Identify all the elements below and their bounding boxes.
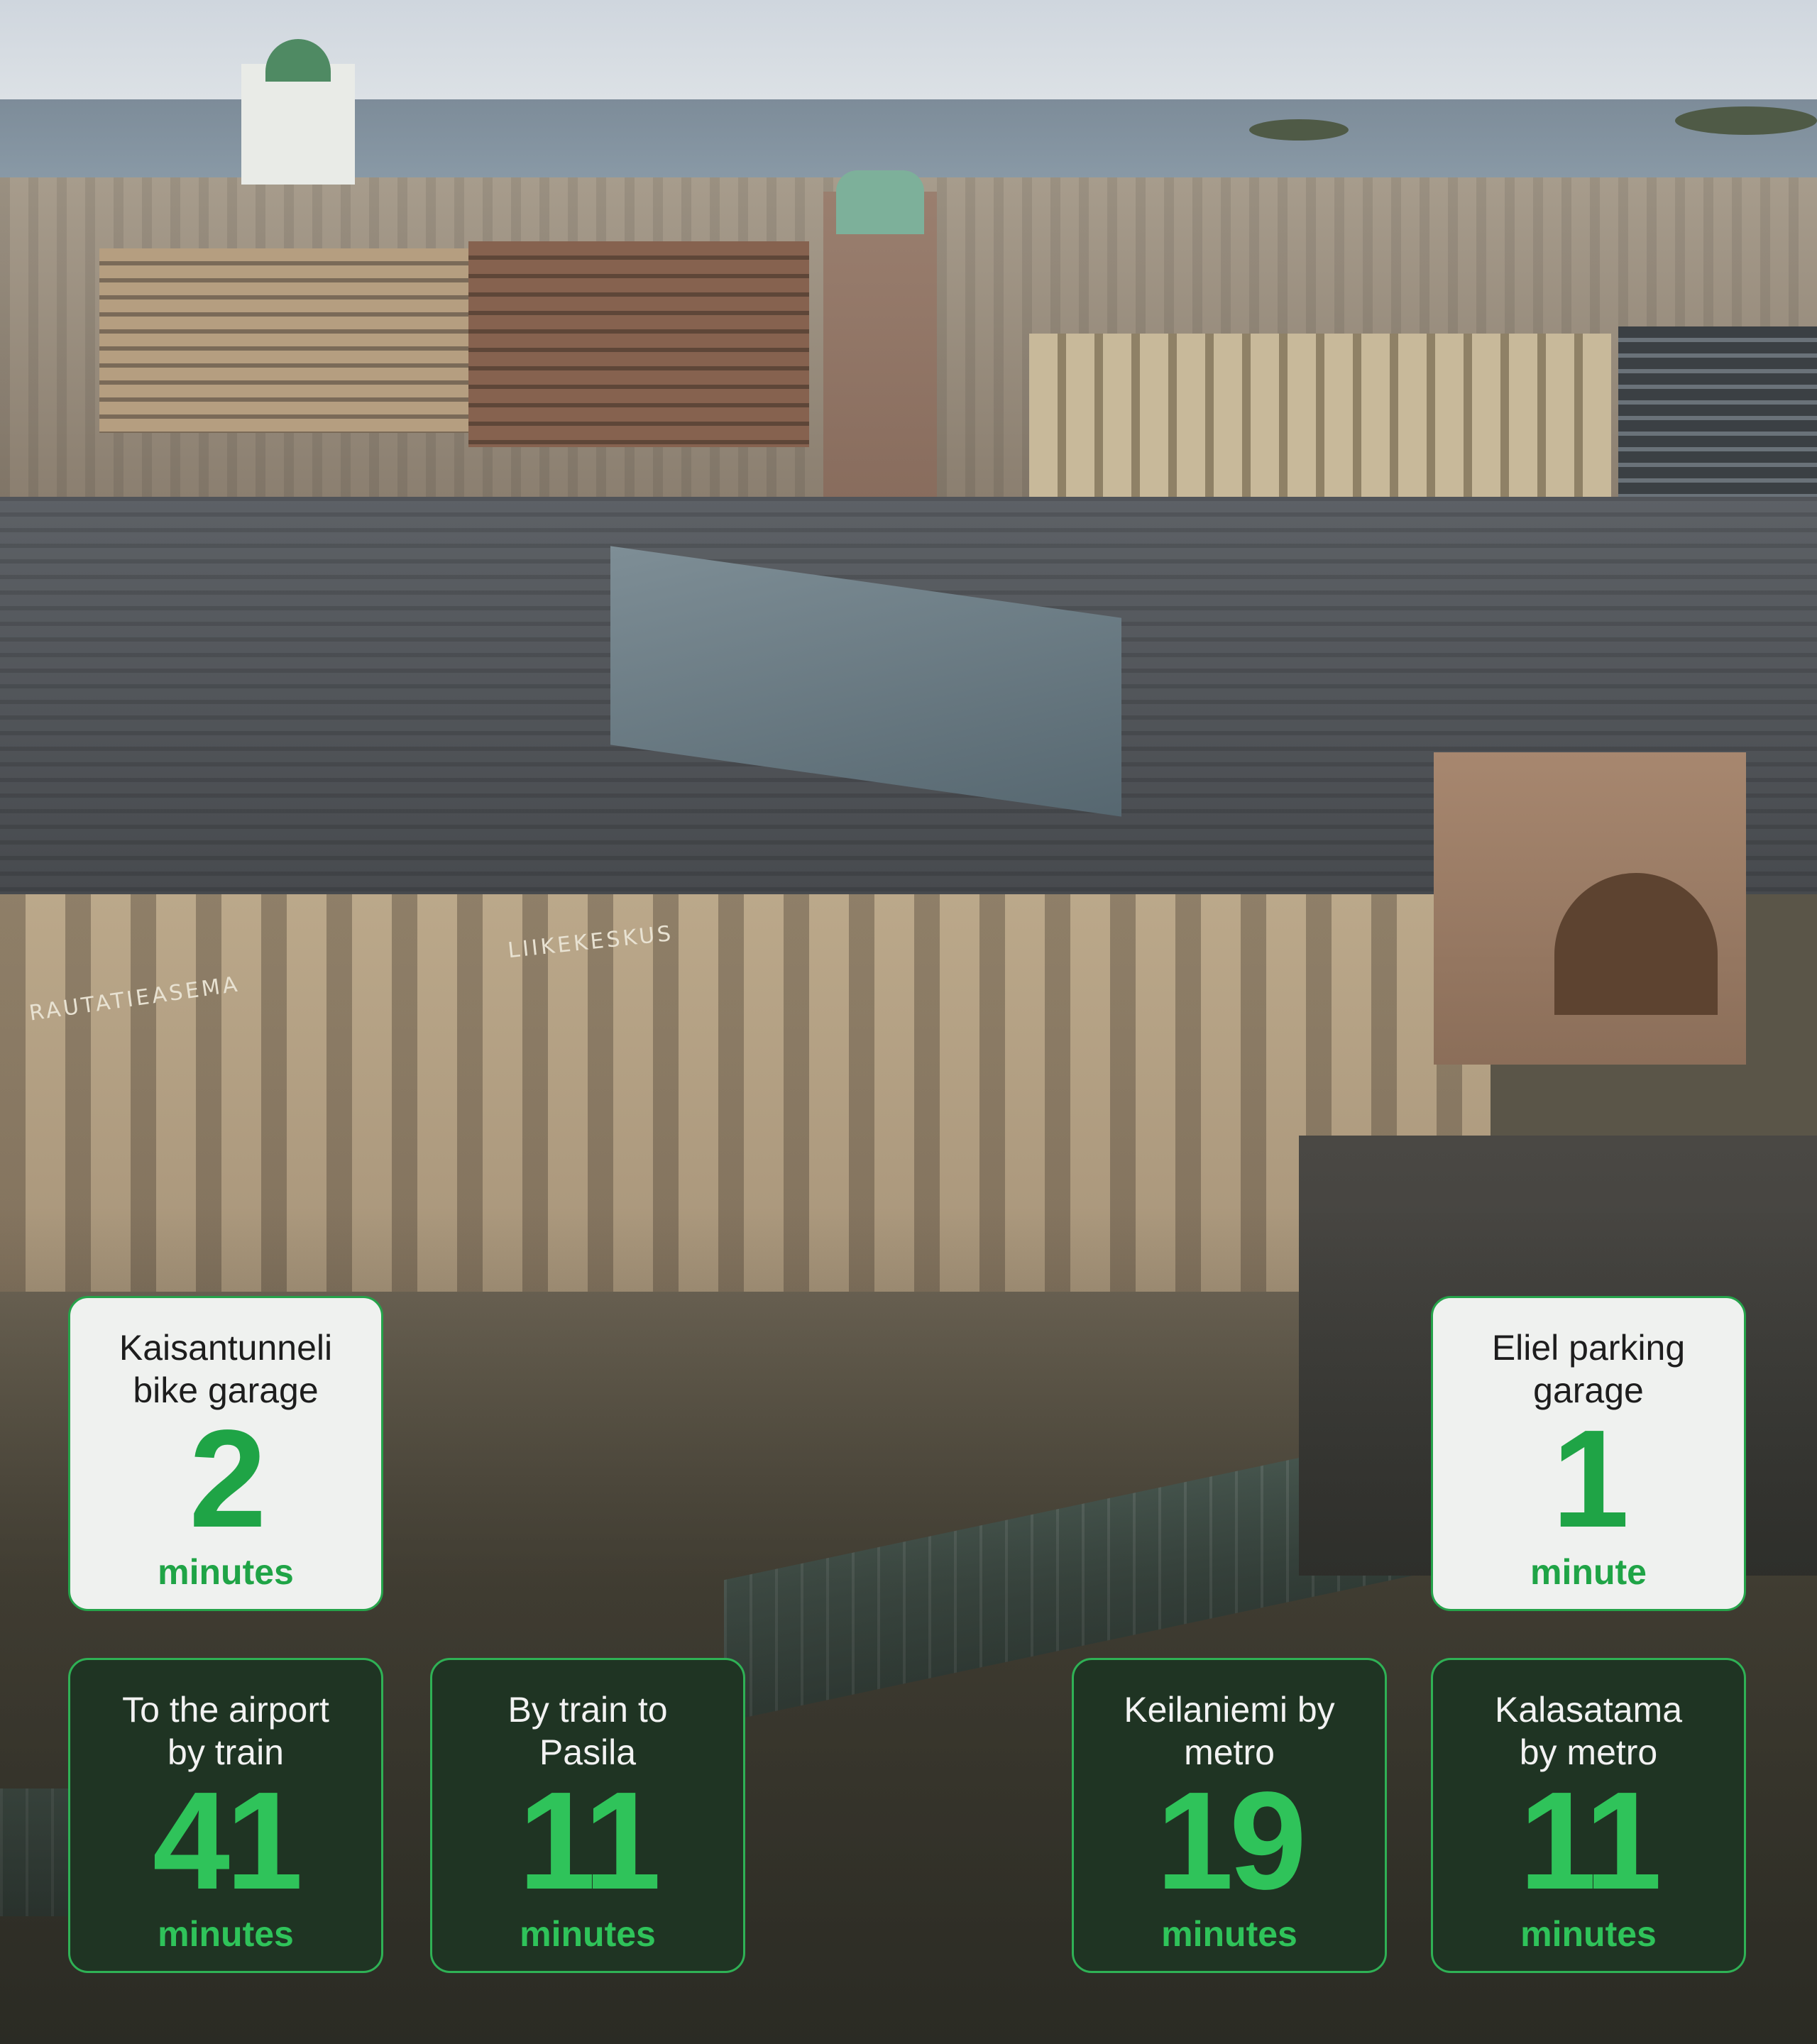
card-eliel-parking-garage: Eliel parking garage 1 minute: [1431, 1296, 1746, 1611]
card-unit: minutes: [158, 1914, 294, 1954]
card-unit: minutes: [520, 1914, 656, 1954]
card-title: By train to Pasila: [507, 1690, 668, 1772]
card-value: 11: [518, 1763, 661, 1918]
card-value: 41: [152, 1763, 303, 1918]
card-unit: minutes: [158, 1552, 294, 1592]
island: [1675, 106, 1817, 135]
card-unit: minutes: [1520, 1914, 1657, 1954]
card-title: Keilaniemi by metro: [1124, 1690, 1335, 1772]
card-kaisantunneli-bike-garage: Kaisantunneli bike garage 2 minutes: [68, 1296, 383, 1611]
card-keilaniemi-by-metro: Keilaniemi by metro 19 minutes: [1072, 1658, 1387, 1973]
card-airport-by-train: To the airport by train 41 minutes: [68, 1658, 383, 1973]
card-title: Kalasatama by metro: [1494, 1690, 1683, 1772]
card-title: Kaisantunneli bike garage: [119, 1328, 333, 1410]
card-value: 2: [189, 1401, 266, 1556]
card-train-to-pasila: By train to Pasila 11 minutes: [430, 1658, 745, 1973]
cathedral: [241, 64, 355, 185]
card-unit: minute: [1530, 1552, 1647, 1592]
building: [468, 241, 809, 447]
card-value: 19: [1155, 1763, 1307, 1918]
card-unit: minutes: [1161, 1914, 1297, 1954]
island: [1249, 119, 1349, 141]
card-title: To the airport by train: [122, 1690, 329, 1772]
clock-tower-top: [836, 170, 924, 234]
card-value: 1: [1552, 1401, 1629, 1556]
building: [1029, 334, 1611, 518]
card-kalasatama-by-metro: Kalasatama by metro 11 minutes: [1431, 1658, 1746, 1973]
card-title: Eliel parking garage: [1491, 1328, 1686, 1410]
building: [99, 248, 476, 433]
card-value: 11: [1519, 1763, 1662, 1918]
